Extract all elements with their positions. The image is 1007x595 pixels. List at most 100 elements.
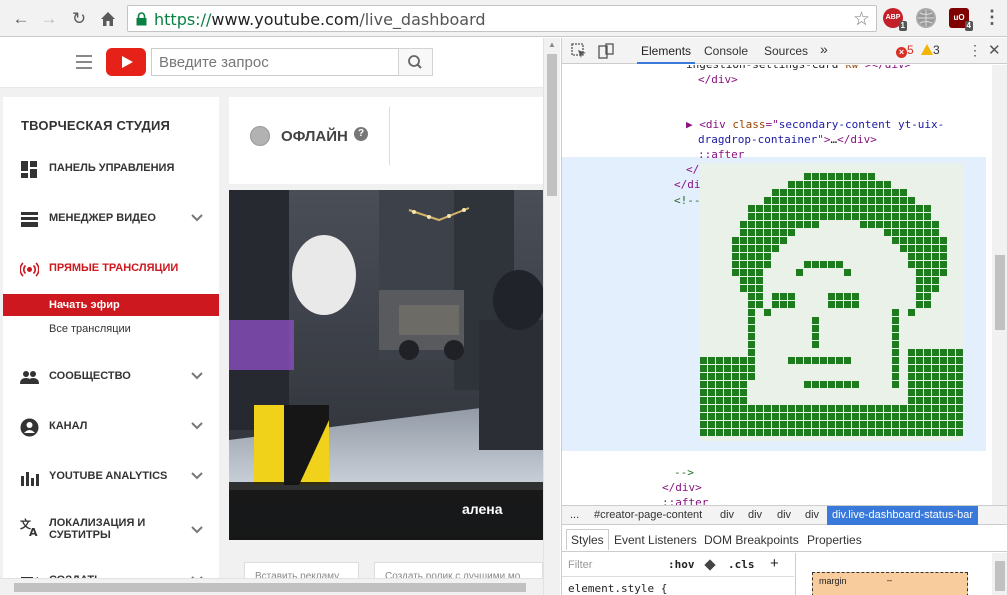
search-icon — [408, 55, 422, 69]
hover-state-toggle[interactable]: :hov — [668, 558, 695, 571]
analytics-icon — [21, 472, 39, 486]
search-input[interactable]: Введите запрос — [151, 48, 399, 76]
studio-title: ТВОРЧЕСКАЯ СТУДИЯ — [21, 118, 171, 133]
dom-line[interactable]: </div> — [662, 480, 702, 495]
chevron-down-icon[interactable] — [190, 523, 204, 537]
live-icon — [20, 262, 39, 277]
adblock-plus-icon[interactable]: ABP 1 — [883, 8, 907, 31]
nav-label: YOUTUBE ANALYTICS — [49, 470, 168, 482]
bookmark-star-icon[interactable]: ☆ — [853, 8, 870, 31]
community-icon — [20, 371, 39, 384]
address-bar[interactable]: https://www.youtube.com/live_dashboard ☆ — [127, 5, 877, 32]
more-tabs-button[interactable]: » — [820, 41, 828, 57]
tab-dom-breakpoints[interactable]: DOM Breakpoints — [704, 533, 799, 547]
chevron-down-icon[interactable] — [190, 369, 204, 383]
styles-filter-row: Filter :hov .cls + — [562, 553, 794, 577]
reload-icon[interactable]: ↻ — [68, 8, 90, 30]
box-model-margin-label: margin — [819, 576, 847, 586]
dom-line[interactable]: ▶ <div class="secondary-content yt-uix- — [686, 117, 944, 132]
styles-subtabs: Styles Event Listeners DOM Breakpoints P… — [562, 528, 1007, 552]
breadcrumb-item[interactable]: #creator-page-content — [594, 509, 702, 521]
nav-label: ЛОКАЛИЗАЦИЯ И СУБТИТРЫ — [49, 517, 146, 541]
tab-elements[interactable]: Elements — [636, 44, 696, 64]
dom-line[interactable]: ingestion-settings-card kw"></div> — [686, 65, 911, 72]
nav-localization[interactable]: 文 A ЛОКАЛИЗАЦИЯ И СУБТИТРЫ — [3, 509, 219, 553]
close-icon[interactable]: ✕ — [988, 41, 1001, 59]
nav-community[interactable]: СООБЩЕСТВО — [3, 359, 219, 395]
devtools-menu-icon[interactable]: ⋮ — [968, 42, 982, 59]
nav-label: ПРЯМЫЕ ТРАНСЛЯЦИИ — [49, 262, 179, 274]
nav-analytics[interactable]: YOUTUBE ANALYTICS — [3, 459, 219, 495]
youtube-logo[interactable] — [106, 48, 146, 76]
new-rule-icon[interactable]: + — [770, 555, 779, 572]
status-divider — [389, 107, 390, 165]
elements-scrollbar[interactable] — [992, 65, 1007, 505]
tab-sources[interactable]: Sources — [764, 44, 808, 58]
channel-icon — [20, 418, 39, 437]
dom-breadcrumbs: ... #creator-page-content div div div di… — [562, 505, 1007, 525]
tab-event-listeners[interactable]: Event Listeners — [614, 533, 697, 547]
nav-label: КАНАЛ — [49, 420, 88, 432]
browser-toolbar: ← → ↻ https://www.youtube.com/live_dashb… — [0, 0, 1007, 37]
nav-video-manager[interactable]: МЕНЕДЖЕР ВИДЕО — [3, 201, 219, 237]
horizontal-scrollbar[interactable] — [0, 578, 543, 595]
chevron-down-icon[interactable] — [190, 211, 204, 225]
tab-properties[interactable]: Properties — [807, 533, 862, 547]
dom-line[interactable]: --> — [674, 465, 694, 480]
dom-line[interactable]: dragdrop-container">…</div> — [698, 132, 877, 147]
breadcrumb-item-active[interactable]: div.live-dashboard-status-bar — [827, 506, 979, 525]
dom-line[interactable]: ::after — [662, 495, 708, 505]
help-icon[interactable]: ? — [354, 127, 368, 141]
chevron-down-icon[interactable] — [190, 469, 204, 483]
error-icon: × — [896, 47, 907, 58]
breadcrumb-item[interactable]: div — [777, 509, 791, 521]
sub-all-streams[interactable]: Все трансляции — [3, 318, 219, 340]
dom-line[interactable]: <!-- — [674, 193, 701, 208]
breadcrumb-item[interactable]: div — [805, 509, 819, 521]
element-style-rule[interactable]: element.style { — [568, 582, 667, 595]
styles-scrollbar[interactable] — [992, 553, 1007, 595]
class-toggle[interactable]: .cls — [728, 558, 755, 571]
browser-menu-icon[interactable]: ⋮ — [983, 8, 1001, 28]
sub-start-stream[interactable]: Начать эфир — [3, 294, 219, 316]
home-icon[interactable] — [97, 8, 119, 30]
box-model-diagram[interactable]: margin – — [812, 572, 968, 595]
filter-input[interactable]: Filter — [568, 559, 592, 571]
video-preview[interactable]: алена — [229, 190, 543, 540]
scroll-up-arrow-icon[interactable]: ▲ — [548, 40, 556, 49]
tab-styles[interactable]: Styles — [566, 529, 609, 550]
dom-line[interactable]: ::after — [698, 147, 744, 162]
page-vertical-scrollbar[interactable]: ▲ — [543, 38, 560, 595]
chevron-down-icon[interactable] — [190, 419, 204, 433]
stream-status-text: ОФЛАЙН — [281, 128, 348, 145]
forward-arrow-icon[interactable]: → — [38, 8, 60, 30]
guide-menu-icon[interactable] — [76, 55, 92, 69]
nav-label: МЕНЕДЖЕР ВИДЕО — [49, 212, 156, 224]
elements-tree[interactable]: ingestion-settings-card kw"></div></div>… — [562, 65, 992, 505]
search-button[interactable] — [398, 48, 433, 76]
ublock-origin-icon[interactable]: uO 4 — [949, 8, 973, 31]
svg-text:A: A — [29, 526, 38, 537]
globe-extension-icon[interactable] — [916, 8, 936, 28]
nav-channel[interactable]: КАНАЛ — [3, 409, 219, 445]
dom-line[interactable]: </div> — [698, 72, 738, 87]
nav-dashboard[interactable]: ПАНЕЛЬ УПРАВЛЕНИЯ — [3, 151, 219, 187]
youtube-header: Введите запрос — [0, 38, 543, 88]
creator-studio-sidebar: ТВОРЧЕСКАЯ СТУДИЯ ПАНЕЛЬ УПРАВЛЕНИЯ МЕНЕ… — [3, 97, 219, 595]
translate-icon: 文 A — [20, 518, 38, 537]
breadcrumb-item[interactable]: div — [748, 509, 762, 521]
device-toolbar-icon[interactable] — [598, 43, 614, 59]
breadcrumb-item[interactable]: ... — [570, 509, 579, 521]
paint-icon[interactable] — [704, 559, 716, 571]
sub-label: Все трансляции — [49, 323, 131, 335]
inspect-element-icon[interactable] — [571, 43, 587, 59]
nav-label: ПАНЕЛЬ УПРАВЛЕНИЯ — [49, 162, 175, 174]
live-status-bar: ОФЛАЙН ? — [229, 97, 543, 184]
tab-console[interactable]: Console — [704, 44, 748, 58]
ublock-badge: 4 — [964, 21, 973, 31]
dashboard-icon — [21, 161, 37, 178]
console-counts[interactable]: × 5 3 — [896, 43, 940, 58]
back-arrow-icon[interactable]: ← — [10, 8, 32, 30]
nav-live-streaming[interactable]: ПРЯМЫЕ ТРАНСЛЯЦИИ — [3, 251, 219, 287]
breadcrumb-item[interactable]: div — [720, 509, 734, 521]
